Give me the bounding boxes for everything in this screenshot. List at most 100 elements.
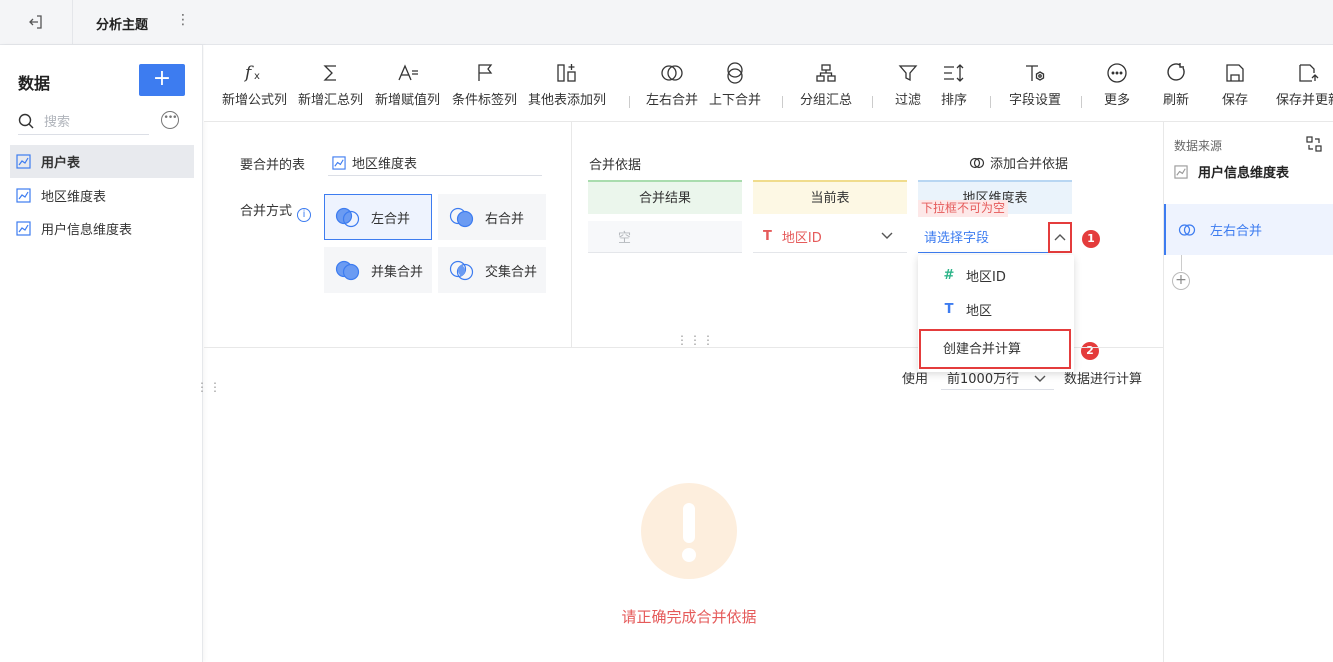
merge-basis-panel: 合并依据 添加合并依据 合并结果 当前表 地区维度表 下拉框不可为空 空 T 地… [573,122,1163,372]
step-label: 左右合并 [1210,224,1263,239]
table-icon [1174,164,1188,179]
empty-state-message: 请正确完成合并依据 [621,608,757,626]
merge-method-label: 合并方式 i [240,200,312,222]
sort-button[interactable]: 排序 [941,59,967,108]
assign-icon [397,59,419,87]
merge-ud-icon [724,59,746,87]
left-join-option[interactable]: 左合并 [324,194,432,240]
dropdown-item-label: 地区ID [966,269,1006,285]
union-venn-icon [335,259,361,281]
toolbar-label: 新增汇总列 [298,93,364,108]
sidebar-heading: 数据 [18,74,51,93]
save-icon [1225,59,1245,87]
sidebar-item-label: 用户信息维度表 [41,223,133,238]
merge-basis-label: 合并依据 [589,158,642,173]
number-type-icon: # [943,267,955,283]
step-left-right-merge[interactable]: 左右合并 [1164,204,1333,255]
option-label: 左合并 [371,211,411,227]
merge-lr-icon [1178,223,1196,236]
current-field-select[interactable]: T 地区ID [753,221,907,253]
chevron-down-icon [881,232,893,239]
merge-method-text: 合并方式 [240,204,293,219]
option-label: 并集合并 [371,264,424,280]
save-and-update-button[interactable]: 保存并更新 [1276,59,1333,108]
add-formula-column-button[interactable]: fx 新增公式列 [222,59,287,108]
current-field-value: 地区ID [781,231,822,246]
sidebar-item-user-table[interactable]: 用户表 [10,145,194,178]
chevron-up-icon[interactable] [1054,233,1066,241]
refresh-button[interactable]: 刷新 [1163,59,1189,108]
toolbar-separator [990,96,991,108]
toolbar-separator [629,96,630,108]
switch-source-icon[interactable] [1306,136,1322,156]
more-icon [1106,59,1128,87]
group-summary-button[interactable]: 分组汇总 [800,59,852,108]
info-icon[interactable]: i [297,208,312,222]
field-settings-button[interactable]: 字段设置 [1009,59,1061,108]
intersect-venn-icon [449,259,475,281]
toolbar-label: 新增赋值列 [375,93,441,108]
step-badge-1: 1 [1082,230,1100,248]
text-type-icon: T [944,301,954,317]
group-icon [815,59,837,87]
refresh-icon [1165,59,1187,87]
field-settings-icon [1024,59,1046,87]
merge-table-value: 地区维度表 [352,157,418,172]
more-button[interactable]: 更多 [1104,59,1130,108]
source-table-name: 用户信息维度表 [1198,166,1290,181]
option-label: 右合并 [485,211,525,227]
panel-resize-handle[interactable]: ⋮⋮⋮ [676,334,715,346]
exit-icon[interactable] [22,11,50,33]
validation-error-tag: 下拉框不可为空 [918,200,1009,217]
filter-button[interactable]: 过滤 [895,59,921,108]
dropdown-item-region-id[interactable]: # 地区ID [918,258,1074,292]
source-table[interactable]: 用户信息维度表 [1174,162,1289,181]
toolbar-label: 分组汇总 [800,93,853,108]
search-field[interactable]: 搜索 [18,107,149,135]
sidebar-item-label: 地区维度表 [41,190,107,205]
search-icon [18,113,34,128]
region-field-placeholder: 请选择字段 [924,231,990,246]
toolbar: fx 新增公式列 新增汇总列 新增赋值列 条件标签列 其他表添加列 左右合并 上… [204,45,1333,122]
toolbar-label: 更多 [1104,93,1131,108]
title-menu-icon[interactable]: ⋮ [176,12,190,28]
toolbar-label: 刷新 [1163,93,1190,108]
toolbar-label: 上下合并 [709,93,762,108]
data-sidebar: 数据 + 搜索 ••• 用户表 地区维度表 用户信息维度表 [0,45,203,662]
option-label: 交集合并 [485,264,538,280]
left-join-venn-icon [335,206,361,228]
table-icon [16,188,31,203]
left-right-merge-button[interactable]: 左右合并 [646,59,698,108]
sidebar-item-label: 用户表 [41,156,81,171]
up-down-merge-button[interactable]: 上下合并 [709,59,761,108]
add-column-from-other-table-button[interactable]: 其他表添加列 [528,59,606,108]
merge-table-selector[interactable]: 地区维度表 [328,150,542,176]
save-button[interactable]: 保存 [1222,59,1248,108]
sidebar-item-user-info-table[interactable]: 用户信息维度表 [10,212,194,245]
search-input[interactable]: 搜索 [44,111,70,130]
merge-settings-panel: 要合并的表 地区维度表 合并方式 i 左合并 右合并 并集合并 交集合并 [204,122,572,347]
right-join-option[interactable]: 右合并 [438,194,546,240]
save-update-icon [1298,59,1320,87]
step-connector [1181,255,1182,271]
union-join-option[interactable]: 并集合并 [324,247,432,293]
intersect-join-option[interactable]: 交集合并 [438,247,546,293]
top-bar: 分析主题 ⋮ [0,0,1333,45]
add-step-button[interactable]: + [1172,272,1190,290]
filter-icon [898,59,918,87]
col-header-result: 合并结果 [588,180,742,214]
add-assign-column-button[interactable]: 新增赋值列 [375,59,440,108]
toolbar-separator [1081,96,1082,108]
table-label: 要合并的表 [240,158,306,173]
add-merge-basis-button[interactable]: 添加合并依据 [969,153,1068,172]
dropdown-item-region[interactable]: T 地区 [918,292,1074,326]
add-column-icon [556,59,578,87]
sidebar-item-region-table[interactable]: 地区维度表 [10,179,194,212]
sort-icon [942,59,966,87]
add-data-button[interactable]: + [139,64,185,96]
toolbar-label: 字段设置 [1009,93,1062,108]
toolbar-label: 条件标签列 [452,93,518,108]
add-summary-column-button[interactable]: 新增汇总列 [298,59,363,108]
more-options-icon[interactable]: ••• [161,111,179,129]
add-conditional-tag-button[interactable]: 条件标签列 [452,59,517,108]
